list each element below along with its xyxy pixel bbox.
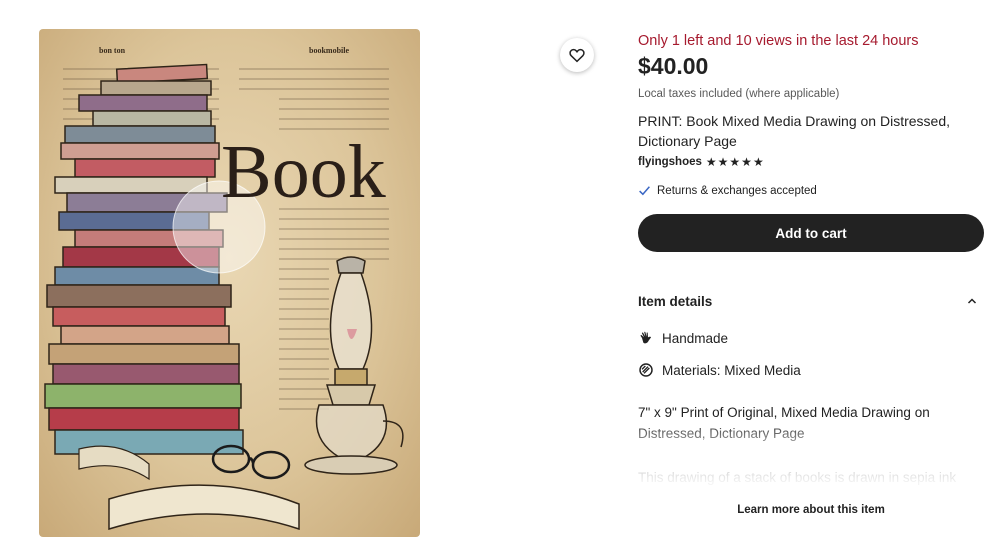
item-details-toggle[interactable]: Item details [638, 290, 978, 312]
materials-icon [639, 363, 653, 377]
description-line-2: This drawing of a stack of books is draw… [638, 470, 957, 485]
artwork-word: Book [221, 130, 386, 214]
tax-note: Local taxes included (where applicable) [638, 88, 840, 100]
item-details-heading: Item details [638, 293, 713, 309]
detail-handmade: Handmade [662, 330, 729, 346]
returns-policy[interactable]: Returns & exchanges accepted [657, 185, 817, 197]
listing-title: PRINT: Book Mixed Media Drawing on Distr… [638, 113, 951, 149]
detail-materials: Materials: Mixed Media [662, 362, 801, 378]
chevron-up-icon [967, 298, 977, 304]
hand-icon [640, 331, 651, 344]
detail-row-materials: Materials: Mixed Media [638, 362, 801, 378]
book-stack-artwork: bon ton bookmobile Book [44, 46, 404, 531]
heart-icon [569, 48, 585, 63]
favorite-button[interactable] [560, 38, 594, 72]
star-rating[interactable]: ★★★★★ [706, 155, 765, 169]
shop-row: flyingshoes ★★★★★ [638, 155, 765, 169]
headword-right: bookmobile [309, 46, 349, 55]
shop-name-link[interactable]: flyingshoes [638, 156, 702, 168]
scarcity-message: Only 1 left and 10 views in the last 24 … [638, 33, 919, 49]
check-icon [639, 186, 650, 196]
product-image[interactable]: bon ton bookmobile Book [39, 29, 420, 537]
description-line-1: 7" x 9" Print of Original, Mixed Media D… [638, 405, 930, 441]
headword-left: bon ton [99, 46, 126, 55]
add-to-cart-button[interactable]: Add to cart [638, 214, 984, 252]
returns-row: Returns & exchanges accepted [638, 184, 817, 197]
detail-row-handmade: Handmade [638, 330, 728, 346]
price: $40.00 [638, 53, 709, 79]
learn-more-link[interactable]: Learn more about this item [638, 504, 984, 516]
